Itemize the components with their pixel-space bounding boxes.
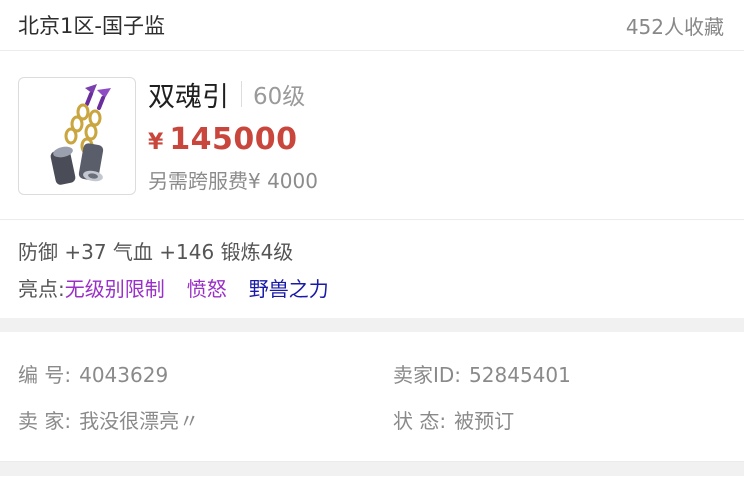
item-level: 60级 — [253, 84, 306, 110]
price-value: 145000 — [169, 122, 298, 157]
section-divider — [0, 318, 744, 332]
highlights-label: 亮点: — [18, 277, 65, 301]
serial-number: 编 号: 4043629 — [18, 352, 393, 398]
favorites-count[interactable]: 452人收藏 — [626, 11, 724, 40]
price-currency: ¥ — [148, 130, 164, 155]
section-divider — [0, 462, 744, 476]
seller-value[interactable]: 我没很漂亮〃 — [79, 409, 199, 433]
server-name: 北京1区-国子监 — [18, 14, 165, 38]
name-divider — [241, 81, 242, 107]
stats-text: 防御 +37 气血 +146 锻炼4级 — [18, 240, 294, 264]
item-name-line: 双魂引 60级 — [148, 77, 318, 113]
cross-server-fee: 另需跨服费¥ 4000 — [148, 169, 318, 193]
item-attributes: 防御 +37 气血 +146 锻炼4级 亮点: 无级别限制 愤怒 野兽之力 — [0, 220, 744, 318]
header-bar: 北京1区-国子监 452人收藏 — [0, 0, 744, 51]
highlight-tag: 无级别限制 — [64, 277, 165, 301]
trade-details: 编 号: 4043629 卖家ID: 52845401 卖 家: 我没很漂亮〃 状 态… — [0, 332, 744, 462]
detail-row: 编 号: 4043629 卖家ID: 52845401 — [18, 352, 726, 398]
serial-value: 4043629 — [79, 363, 169, 387]
status-label: 状 态: — [393, 409, 447, 433]
seller-label: 卖 家: — [18, 409, 72, 433]
item-name: 双魂引 — [148, 81, 229, 113]
highlight-tag: 愤怒 — [186, 277, 227, 301]
status-value: 被预订 — [454, 409, 515, 433]
seller-id: 卖家ID: 52845401 — [393, 352, 726, 398]
seller-id-value: 52845401 — [469, 363, 571, 387]
seller: 卖 家: 我没很漂亮〃 — [18, 398, 393, 444]
seller-id-label: 卖家ID: — [393, 363, 462, 387]
highlights: 亮点: 无级别限制 愤怒 野兽之力 — [18, 270, 726, 308]
detail-row: 卖 家: 我没很漂亮〃 状 态: 被预订 — [18, 398, 726, 444]
highlight-tag: 野兽之力 — [248, 277, 329, 301]
item-info: 双魂引 60级 ¥ 145000 另需跨服费¥ 4000 — [148, 77, 318, 219]
item-summary: 双魂引 60级 ¥ 145000 另需跨服费¥ 4000 — [0, 51, 744, 220]
status: 状 态: 被预订 — [393, 398, 726, 444]
twin-bell-pendant-icon — [50, 84, 111, 185]
item-thumbnail[interactable] — [18, 77, 136, 195]
price: ¥ 145000 — [148, 122, 318, 157]
serial-label: 编 号: — [18, 363, 72, 387]
